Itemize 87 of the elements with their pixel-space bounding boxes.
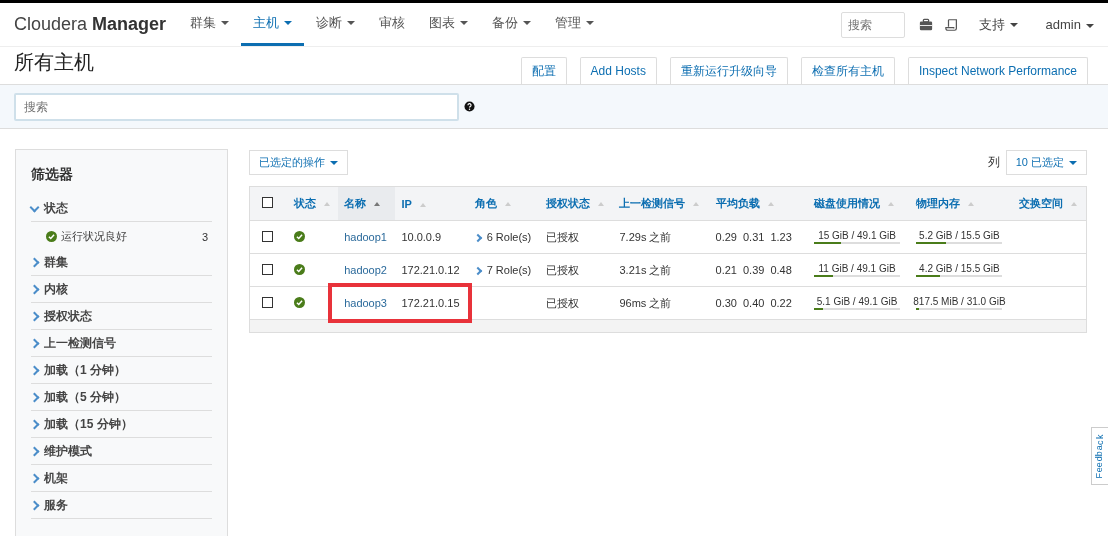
row-checkbox[interactable] bbox=[262, 230, 273, 242]
check-circle-icon bbox=[294, 296, 305, 308]
nav-search-field[interactable]: 搜索 bbox=[840, 11, 905, 38]
load-value: 1.23 bbox=[770, 231, 792, 243]
nav-tab[interactable]: 群集 bbox=[178, 3, 242, 46]
column-header[interactable]: 平均负载 bbox=[709, 187, 809, 221]
ip-cell: 172.21.0.15 bbox=[401, 297, 460, 309]
action-button[interactable]: 重新运行升级向导 bbox=[669, 57, 788, 84]
feedback-tab[interactable]: Feedback bbox=[1091, 427, 1108, 485]
action-button[interactable]: 检查所有主机 bbox=[800, 57, 895, 84]
column-header[interactable]: 交换空间 bbox=[1012, 187, 1086, 221]
action-button[interactable]: 配置 bbox=[520, 57, 567, 84]
nav-tab[interactable]: 审核 bbox=[367, 3, 418, 46]
roles-link[interactable]: 7 Role(s) bbox=[474, 264, 532, 276]
horizontal-scrollbar[interactable] bbox=[250, 319, 1086, 332]
filter-group[interactable]: 上一检测信号 bbox=[31, 331, 212, 357]
filter-group[interactable]: 机架 bbox=[31, 466, 212, 492]
load-value: 0.39 bbox=[743, 264, 765, 276]
nav-menu[interactable]: admin bbox=[1031, 17, 1108, 32]
load-value: 0.48 bbox=[770, 264, 792, 276]
memory-usage-text: 4.2 GiB / 15.5 GiB bbox=[919, 263, 1000, 274]
heartbeat-cell: 3.21s 之前 bbox=[619, 263, 672, 276]
nav-tab[interactable]: 备份 bbox=[480, 3, 544, 46]
filter-group[interactable]: 内核 bbox=[31, 277, 212, 303]
check-circle-icon bbox=[294, 230, 305, 242]
page-title: 所有主机 bbox=[14, 50, 94, 75]
action-button[interactable]: Add Hosts bbox=[579, 57, 657, 84]
load-value: 0.40 bbox=[743, 297, 765, 309]
filter-group[interactable]: 状态 bbox=[31, 196, 212, 222]
filter-group[interactable]: 加载（5 分钟） bbox=[31, 385, 212, 411]
filter-group[interactable]: 授权状态 bbox=[31, 304, 212, 330]
disk-usage-text: 11 GiB / 49.1 GiB bbox=[818, 263, 896, 274]
action-button[interactable]: Inspect Network Performance bbox=[907, 57, 1088, 84]
nav-tab[interactable]: 图表 bbox=[417, 3, 481, 46]
columns-label: 列 bbox=[987, 153, 1000, 171]
load-value: 0.30 bbox=[715, 297, 737, 309]
row-checkbox[interactable] bbox=[262, 296, 273, 308]
column-header[interactable]: 授权状态 bbox=[540, 187, 614, 221]
load-value: 0.31 bbox=[743, 231, 765, 243]
filter-title: 筛选器 bbox=[31, 166, 74, 184]
host-link[interactable]: hadoop2 bbox=[344, 264, 387, 276]
load-value: 0.22 bbox=[770, 297, 792, 309]
column-header[interactable]: 状态 bbox=[288, 187, 339, 221]
briefcase-icon[interactable] bbox=[918, 17, 933, 32]
auth-cell: 已授权 bbox=[546, 230, 580, 243]
columns-button[interactable]: 10 已选定 bbox=[1005, 149, 1087, 175]
disk-usage-text: 5.1 GiB / 49.1 GiB bbox=[816, 296, 898, 307]
memory-usage-text: 817.5 MiB / 31.0 GiB bbox=[913, 296, 1006, 307]
roles-link[interactable]: 6 Role(s) bbox=[474, 231, 532, 243]
filter-count: 3 bbox=[201, 230, 208, 243]
load-value: 0.21 bbox=[715, 264, 737, 276]
filter-group[interactable]: 加载（1 分钟） bbox=[31, 358, 212, 384]
nav-tab[interactable]: 管理 bbox=[543, 3, 607, 46]
disk-usage-text: 15 GiB / 49.1 GiB bbox=[818, 230, 896, 241]
filter-group[interactable]: 维护模式 bbox=[31, 439, 212, 465]
auth-cell: 已授权 bbox=[546, 263, 580, 276]
column-header[interactable]: 物理内存 bbox=[910, 187, 1013, 221]
heartbeat-cell: 7.29s 之前 bbox=[619, 230, 672, 243]
brand-logo[interactable]: Cloudera Manager bbox=[14, 14, 167, 35]
column-header[interactable]: 角色 bbox=[468, 187, 541, 221]
help-icon[interactable] bbox=[464, 101, 475, 112]
column-header[interactable]: 上一检测信号 bbox=[613, 187, 710, 221]
auth-cell: 已授权 bbox=[546, 296, 580, 309]
column-header[interactable]: 磁盘使用情况 bbox=[808, 187, 911, 221]
row-checkbox[interactable] bbox=[262, 263, 273, 275]
bulk-actions-button[interactable]: 已选定的操作 bbox=[249, 149, 348, 175]
search-field[interactable]: 搜索 bbox=[14, 92, 459, 121]
filter-option[interactable]: 运行状况良好 bbox=[61, 229, 127, 244]
check-circle-icon bbox=[294, 263, 305, 275]
nav-tab[interactable]: 诊断 bbox=[304, 3, 368, 46]
filter-group[interactable]: 群集 bbox=[31, 250, 212, 276]
scroll-icon[interactable] bbox=[944, 17, 959, 32]
ip-cell: 10.0.0.9 bbox=[401, 231, 442, 243]
host-link[interactable]: hadoop1 bbox=[344, 231, 387, 243]
select-all-checkbox[interactable] bbox=[262, 197, 273, 208]
column-header[interactable]: IP bbox=[395, 187, 469, 221]
filter-group[interactable]: 加载（15 分钟） bbox=[31, 412, 212, 438]
check-circle-icon bbox=[46, 231, 57, 242]
nav-menu[interactable]: 支持 bbox=[964, 15, 1032, 34]
host-link[interactable]: hadoop3 bbox=[344, 297, 387, 309]
nav-tab[interactable]: 主机 bbox=[241, 3, 305, 46]
ip-cell: 172.21.0.12 bbox=[401, 264, 460, 276]
heartbeat-cell: 96ms 之前 bbox=[619, 296, 672, 309]
column-header[interactable]: 名称 bbox=[338, 187, 396, 221]
load-value: 0.29 bbox=[715, 231, 737, 243]
memory-usage-text: 5.2 GiB / 15.5 GiB bbox=[919, 230, 1000, 241]
filter-group[interactable]: 服务 bbox=[31, 493, 212, 519]
